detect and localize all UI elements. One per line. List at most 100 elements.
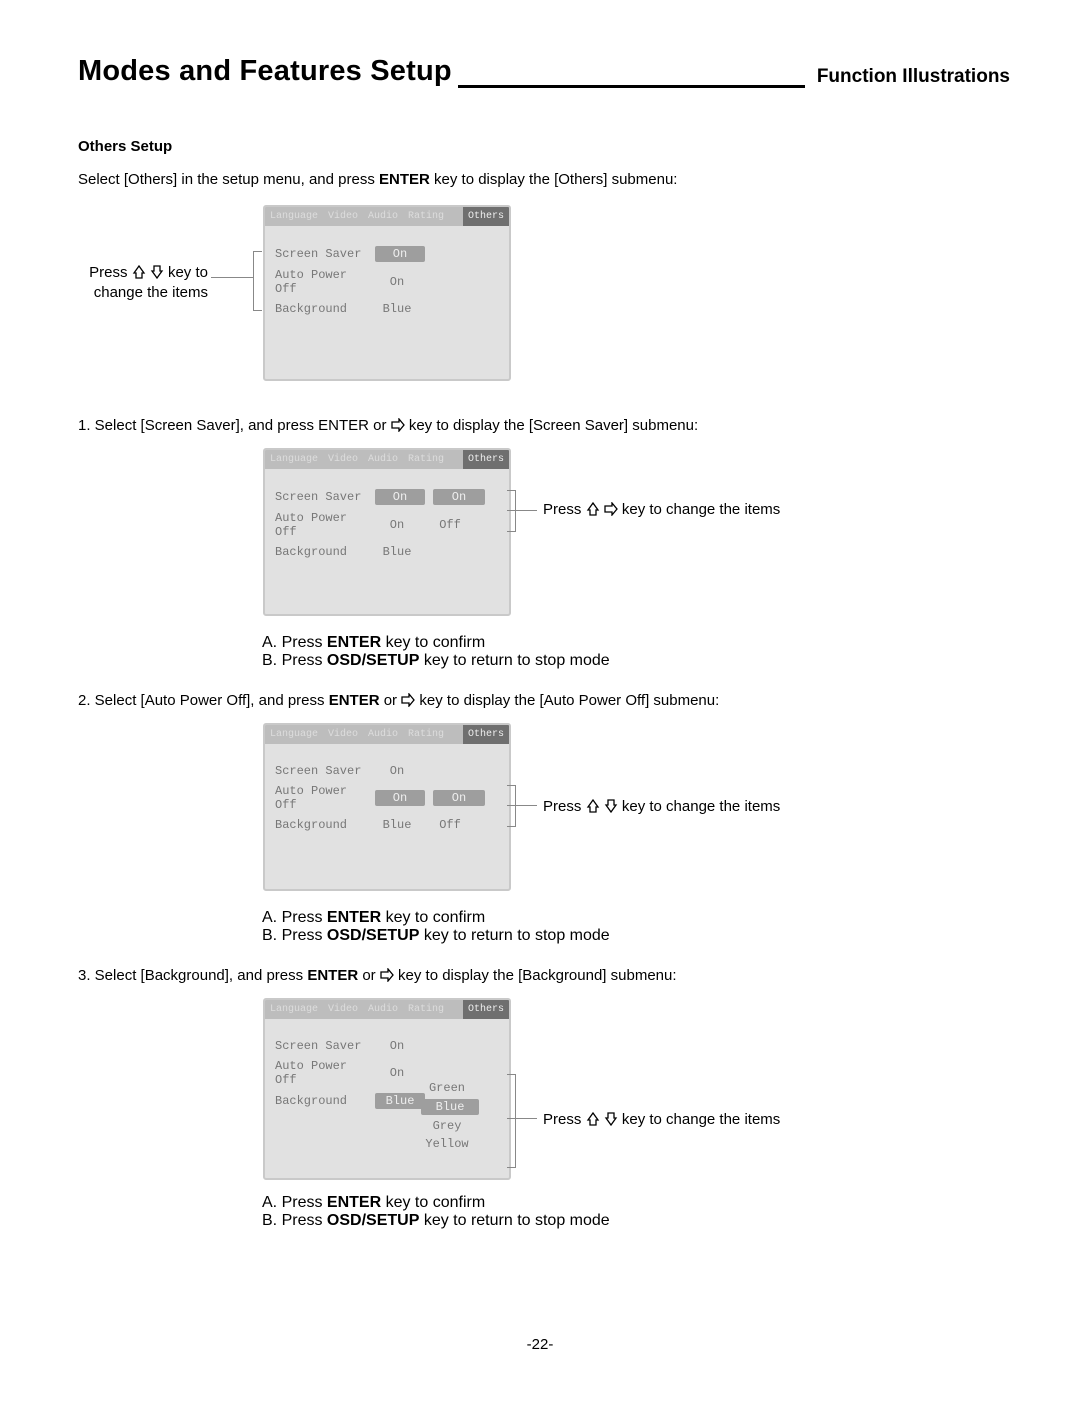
item-background: Background [275,818,375,832]
confirm-osd: OSD/SETUP [327,927,419,944]
step2-b: or [380,692,402,709]
step3-a: 3. Select [Background], and press [78,967,307,984]
val-on: On [375,489,425,505]
item-screen-saver: Screen Saver [275,247,375,261]
arrow-up-icon [586,799,600,813]
val-on: On [375,518,419,532]
confirm-b2: key to return to stop mode [419,1212,609,1229]
step2-a: 2. Select [Auto Power Off], and press [78,692,329,709]
confirm-enter: ENTER [327,634,381,651]
opt-off: Off [427,818,473,832]
callout-r2-b: key to change the items [622,798,780,815]
tab-video: Video [323,450,363,469]
tab-language: Language [265,725,323,744]
page-number: -22- [0,1336,1080,1353]
callout-right-1: Press key to change the items [543,500,780,520]
callout-r3-b: key to change the items [622,1111,780,1128]
item-screen-saver: Screen Saver [275,1039,375,1053]
intro-enter: ENTER [379,171,430,188]
tab-video: Video [323,207,363,226]
leader-bracket [507,785,516,827]
tab-rating: Rating [403,725,449,744]
val-blue: Blue [375,545,419,559]
step2-enter: ENTER [329,692,380,709]
osd-tabs: Language Video Audio Rating Others [265,1000,509,1019]
item-auto-power-off: Auto Power Off [275,1059,375,1087]
section-title: Others Setup [78,138,1010,155]
item-background: Background [275,1094,375,1108]
arrow-up-icon [586,1112,600,1126]
tab-video: Video [323,1000,363,1019]
callout-right-3: Press key to change the items [543,1110,780,1130]
item-background: Background [275,302,375,316]
item-background: Background [275,545,375,559]
opt-yellow: Yellow [421,1137,473,1151]
tab-audio: Audio [363,207,403,226]
opt-off: Off [427,518,473,532]
callout-left-c: change the items [94,284,208,301]
step-3: 3. Select [Background], and press ENTER … [78,967,1010,984]
intro-b: key to display the [Others] submenu: [430,171,678,188]
background-options: Green Blue Grey Yellow [421,1077,479,1155]
osd-tabs: Language Video Audio Rating Others [265,450,509,469]
tab-others: Others [463,207,509,226]
tab-audio: Audio [363,1000,403,1019]
step-2: 2. Select [Auto Power Off], and press EN… [78,692,1010,709]
tab-rating: Rating [403,1000,449,1019]
val-on: On [375,1039,419,1053]
callout-right-2: Press key to change the items [543,797,780,817]
osd-body: Screen SaverOn Auto Power OffOnOn Backgr… [265,744,509,874]
confirm-osd: OSD/SETUP [327,652,419,669]
step3-enter: ENTER [307,967,358,984]
page-subtitle: Function Illustrations [817,66,1010,88]
tab-language: Language [265,1000,323,1019]
osd-body: Screen SaverOnOn Auto Power OffOnOff Bac… [265,469,509,601]
leader-line [211,277,253,278]
arrow-up-icon [586,502,600,516]
 [604,502,618,516]
confirm-3: A. Press ENTER key to confirm B. Press O… [78,1194,1010,1230]
val-on: On [375,790,425,806]
osd-tabs: Language Video Audio Rating Others [265,725,509,744]
confirm-b1: B. Press [262,927,327,944]
confirm-2: A. Press ENTER key to confirm B. Press O… [78,909,1010,945]
val-on: On [375,764,419,778]
callout-r1-b: key to change the items [622,501,780,518]
step1-a: 1. Select [Screen Saver], and press ENTE… [78,417,391,434]
tab-others: Others [463,1000,509,1019]
step1-b: key to display the [Screen Saver] submen… [409,417,698,434]
confirm-b1: B. Press [262,1212,327,1229]
arrow-right-icon [391,418,405,432]
arrow-down-icon [150,265,164,279]
leader-bracket [507,1074,516,1168]
osd-body: Screen SaverOn Auto Power OffOn Backgrou… [265,1019,509,1125]
val-blue: Blue [375,818,419,832]
arrow-down-icon [604,799,618,813]
osd-tabs: Language Video Audio Rating Others [265,207,509,226]
tab-language: Language [265,450,323,469]
intro-a: Select [Others] in the setup menu, and p… [78,171,379,188]
val-on: On [375,246,425,262]
step3-b: or [358,967,380,984]
confirm-b2: key to return to stop mode [419,652,609,669]
item-screen-saver: Screen Saver [275,490,375,504]
item-screen-saver: Screen Saver [275,764,375,778]
opt-green: Green [421,1081,473,1095]
opt-blue: Blue [421,1099,479,1115]
tab-rating: Rating [403,450,449,469]
confirm-b1: B. Press [262,652,327,669]
callout-r1-a: Press [543,501,586,518]
confirm-osd: OSD/SETUP [327,1212,419,1229]
arrow-down-icon [604,1112,618,1126]
confirm-a: A. Press [262,909,327,926]
intro-text: Select [Others] in the setup menu, and p… [78,169,1010,191]
osd-auto-power-off: Language Video Audio Rating Others Scree… [263,723,511,891]
confirm-a2: key to confirm [381,634,485,651]
osd-others: Language Video Audio Rating Others Scree… [263,205,511,381]
step-1: 1. Select [Screen Saver], and press ENTE… [78,417,1010,434]
item-auto-power-off: Auto Power Off [275,784,375,812]
confirm-enter: ENTER [327,1194,381,1211]
page-title: Modes and Features Setup [78,55,452,88]
osd-screen-saver: Language Video Audio Rating Others Scree… [263,448,511,616]
header-rule [458,85,805,88]
